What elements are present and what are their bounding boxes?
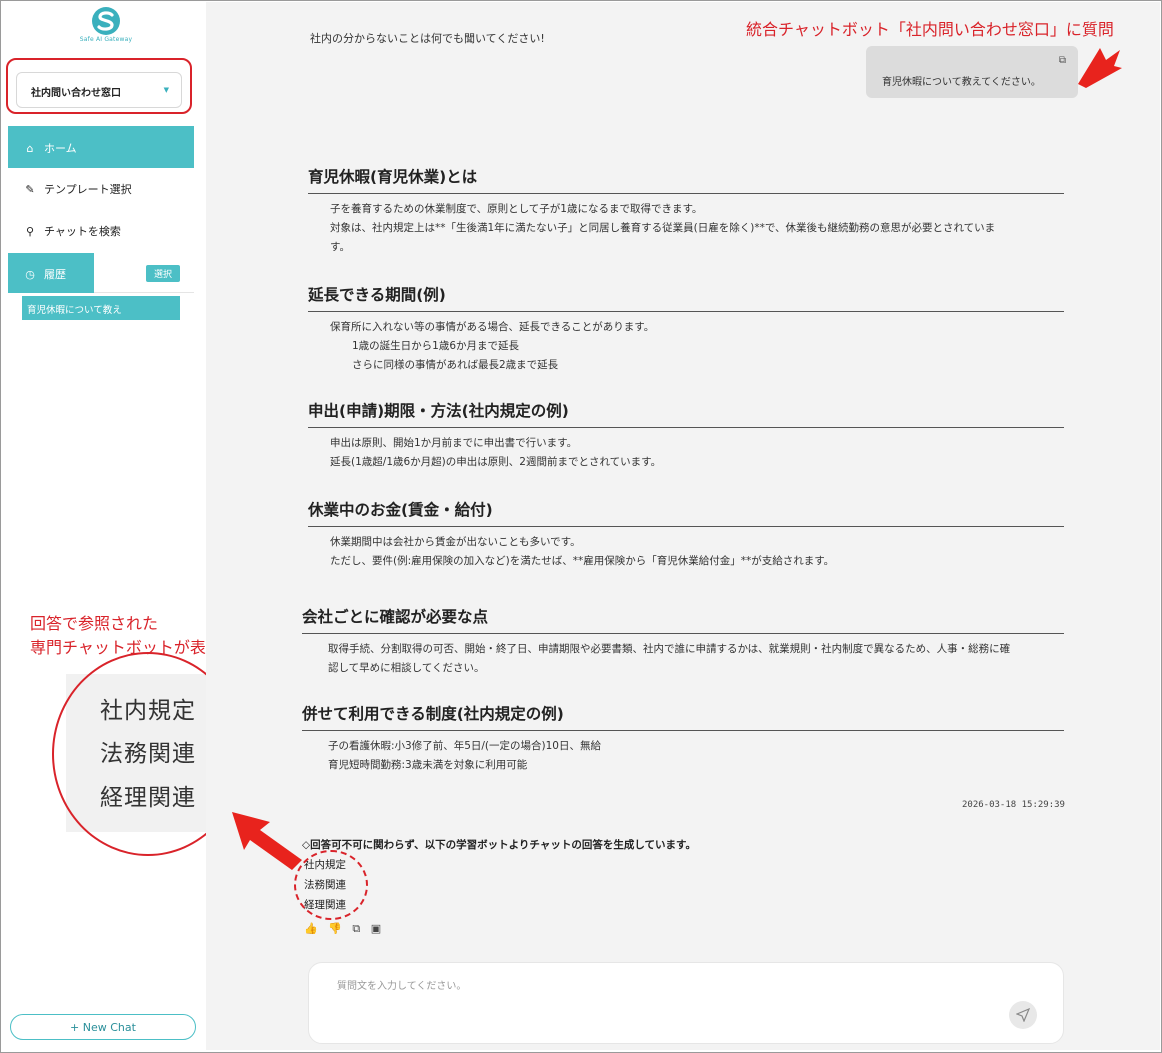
clock-icon: ◷ — [25, 268, 35, 281]
zoom-item: 経理関連 — [100, 785, 196, 811]
send-icon — [1015, 1007, 1031, 1023]
history-label: 履歴 — [44, 268, 66, 281]
send-button[interactable] — [1009, 1001, 1037, 1029]
bot-select-dropdown[interactable]: 社内問い合わせ窓口 ▼ — [16, 72, 182, 108]
top-annotation: 統合チャットボット「社内問い合わせ窓口」に質問 — [746, 20, 1114, 39]
home-icon: ⌂ — [26, 142, 34, 155]
copy-icon[interactable]: ⧉ — [1059, 55, 1066, 66]
section-title: 申出(申請)期限・方法(社内規定の例) — [308, 399, 1064, 428]
section-line: 対象は、社内規定上は**「生後満1年に満たない子」と同居し養育する従業員(日雇を… — [330, 222, 996, 234]
search-icon: ⚲ — [25, 225, 35, 238]
logo-text: Safe AI Gateway — [79, 36, 133, 43]
nav-search[interactable]: ⚲ チャットを検索 — [8, 214, 194, 248]
answer-section: 延長できる期間(例) 保育所に入れない等の事情がある場合、延長できることがありま… — [308, 283, 1064, 375]
section-title: 育児休暇(育児休業)とは — [308, 165, 1064, 194]
answer-section: 休業中のお金(賃金・給付) 休業期間中は会社から賃金が出ないことも多いです。 た… — [308, 498, 1064, 571]
nav-templates-label: テンプレート選択 — [44, 183, 132, 196]
nav-templates[interactable]: ✎ テンプレート選択 — [8, 172, 194, 206]
chat-input[interactable]: 質問文を入力してください。 — [308, 962, 1064, 1044]
chevron-down-icon: ▼ — [163, 86, 169, 94]
user-message: ⧉ 育児休暇について教えてください。 — [866, 46, 1078, 98]
copy-icon[interactable]: ⧉ — [352, 922, 360, 935]
bot-greeting: 社内の分からないことは何でも聞いてください! — [310, 32, 545, 45]
chat-input-placeholder: 質問文を入力してください。 — [337, 981, 467, 992]
thumbs-up-icon[interactable]: 👍 — [304, 922, 318, 935]
section-line: 認して早めに相談してください。 — [328, 662, 485, 674]
section-title: 会社ごとに確認が必要な点 — [302, 605, 1064, 634]
section-line: 子を養育するための休業制度で、原則として子が1歳になるまで取得できます。 — [330, 203, 703, 215]
pdf-icon[interactable]: ▣ — [371, 922, 381, 935]
section-line: ただし、要件(例:雇用保険の加入など)を満たせば、**雇用保険から「育児休業給付… — [330, 555, 835, 567]
nav-search-label: チャットを検索 — [44, 225, 121, 238]
section-title: 延長できる期間(例) — [308, 283, 1064, 312]
thumbs-down-icon[interactable]: 👎 — [328, 922, 342, 935]
new-chat-button[interactable]: + New Chat — [10, 1014, 196, 1040]
section-subline: 1歳の誕生日から1歳6か月まで延長 — [352, 340, 520, 352]
nav-home[interactable]: ⌂ ホーム — [8, 126, 194, 168]
zoom-item: 法務関連 — [100, 741, 196, 767]
zoom-item: 社内規定 — [100, 698, 196, 724]
section-line: 取得手続、分割取得の可否、開始・終了日、申請期限や必要書類、社内で誰に申請するか… — [328, 643, 1011, 655]
answer-section: 申出(申請)期限・方法(社内規定の例) 申出は原則、開始1か月前までに申出書で行… — [308, 399, 1064, 472]
history-item[interactable]: 育児休暇について教え — [22, 296, 180, 320]
answer-section: 会社ごとに確認が必要な点 取得手続、分割取得の可否、開始・終了日、申請期限や必要… — [302, 605, 1064, 678]
message-timestamp: 2026-03-18 15:29:39 — [962, 800, 1065, 810]
section-title: 休業中のお金(賃金・給付) — [308, 498, 1064, 527]
logo-icon — [92, 7, 120, 35]
annotation-arrow — [232, 812, 302, 870]
history-button[interactable]: ◷ 履歴 — [8, 253, 94, 293]
section-title: 併せて利用できる制度(社内規定の例) — [302, 702, 1064, 731]
section-line: 延長(1歳超/1歳6か月超)の申出は原則、2週間前までとされています。 — [330, 456, 662, 468]
logo: Safe AI Gateway — [78, 6, 134, 48]
section-line: 休業期間中は会社から賃金が出ないことも多いです。 — [330, 536, 581, 548]
answer-section: 育児休暇(育児休業)とは 子を養育するための休業制度で、原則として子が1歳になる… — [308, 165, 1064, 257]
nav-home-label: ホーム — [44, 142, 77, 155]
section-subline: さらに同様の事情があれば最長2歳まで延長 — [352, 359, 559, 371]
edit-icon: ✎ — [25, 183, 35, 196]
section-line: 子の看護休暇:小3修了前、年5日/(一定の場合)10日、無給 — [328, 740, 601, 752]
message-actions: 👍 👎 ⧉ ▣ — [304, 922, 388, 936]
user-message-text: 育児休暇について教えてください。 — [882, 77, 1041, 88]
section-line: す。 — [330, 241, 350, 253]
source-notice: ◇回答可不可に関わらず、以下の学習ボットよりチャットの回答を生成しています。 — [302, 839, 696, 851]
source-bot-highlight — [294, 850, 368, 920]
section-line: 育児短時間勤務:3歳未満を対象に利用可能 — [328, 759, 528, 771]
section-line: 申出は原則、開始1か月前までに申出書で行います。 — [330, 437, 578, 449]
annotation-arrow — [1078, 48, 1122, 88]
chat-area: 社内の分からないことは何でも聞いてください! 統合チャットボット「社内問い合わせ… — [206, 2, 1160, 1050]
bot-select-value: 社内問い合わせ窓口 — [31, 88, 121, 99]
answer-section: 併せて利用できる制度(社内規定の例) 子の看護休暇:小3修了前、年5日/(一定の… — [302, 702, 1064, 775]
select-button[interactable]: 選択 — [146, 265, 180, 282]
section-line: 保育所に入れない等の事情がある場合、延長できることがあります。 — [330, 321, 655, 333]
history-row: ◷ 履歴 選択 — [8, 253, 194, 293]
